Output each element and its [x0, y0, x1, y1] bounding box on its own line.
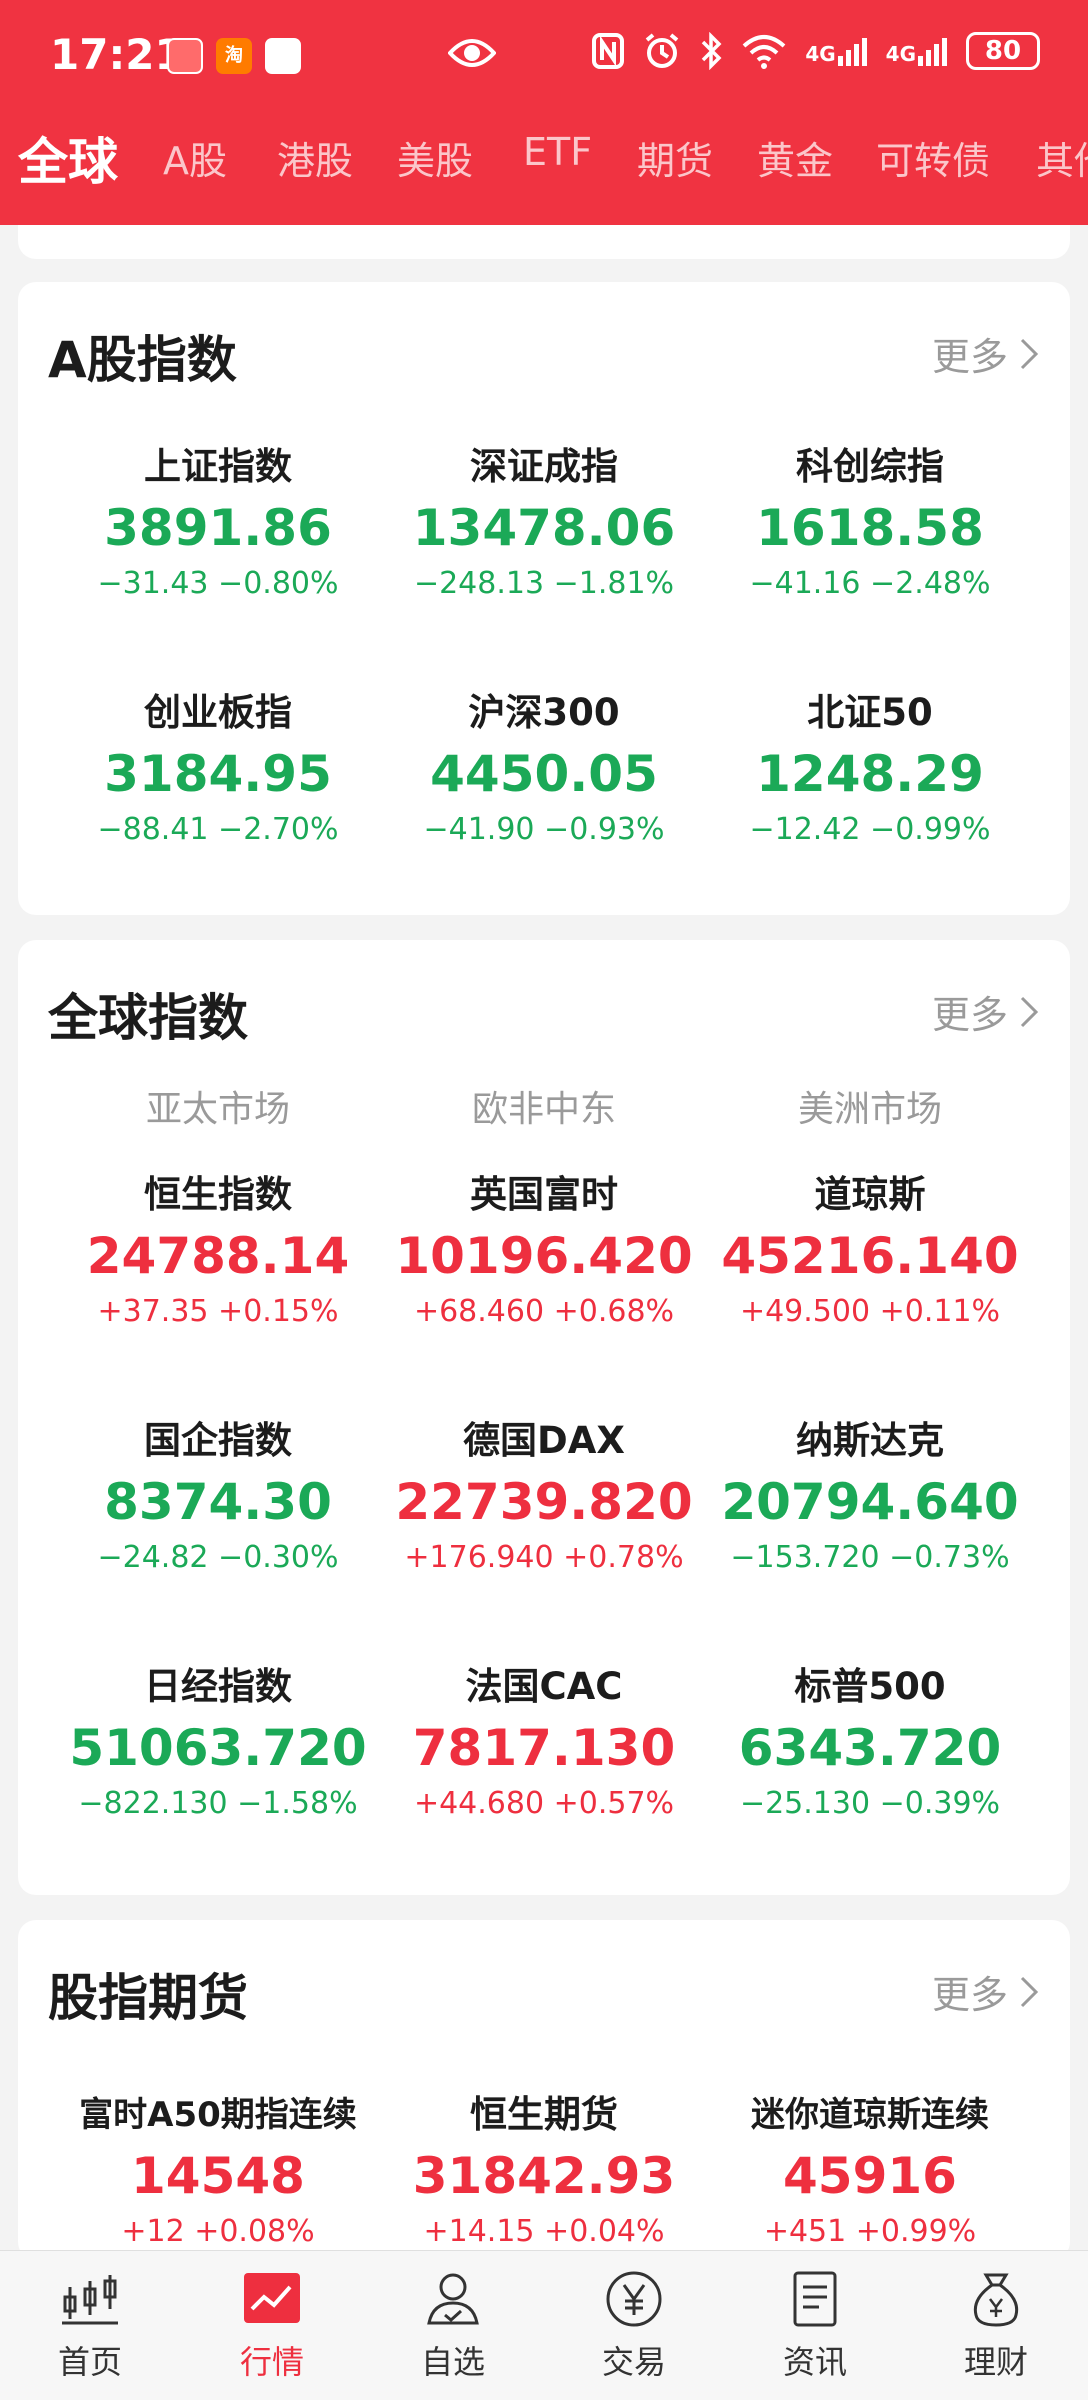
bluetooth-icon [702, 32, 722, 70]
index-cell[interactable]: 深证成指 13478.06 −248.13 −1.81% [374, 442, 714, 604]
tab-gold[interactable]: 黄金 [757, 130, 833, 185]
market-tabs: 全球 A股 港股 美股 ETF 期货 黄金 可转债 其他 [0, 130, 1088, 210]
tab-etf[interactable]: ETF [523, 130, 592, 174]
index-cell[interactable]: 上证指数 3891.86 −31.43 −0.80% [48, 442, 388, 604]
nav-market[interactable]: 行情 [212, 2269, 332, 2383]
index-cell[interactable]: 道琼斯 45216.140 +49.500 +0.11% [700, 1170, 1040, 1332]
region-emea[interactable]: 欧非中东 [374, 1080, 714, 1132]
futures-cell[interactable]: 恒生期货 31842.93 +14.15 +0.04% [374, 2090, 714, 2252]
index-cell[interactable]: 科创综指 1618.58 −41.16 −2.48% [700, 442, 1040, 604]
bottom-navigation: 首页 行情 自选 交易 资讯 理财 [0, 2250, 1088, 2400]
chevron-right-icon [1020, 338, 1039, 369]
candlestick-icon [62, 2275, 118, 2325]
previous-card-edge [18, 225, 1070, 259]
tab-futures[interactable]: 期货 [637, 130, 713, 185]
taobao-notification-icon: 淘 [216, 38, 252, 74]
index-cell[interactable]: 日经指数 51063.720 −822.130 −1.58% [48, 1662, 388, 1824]
market-chart-icon [244, 2273, 300, 2323]
index-cell[interactable]: 沪深300 4450.05 −41.90 −0.93% [374, 688, 714, 850]
news-icon [793, 2271, 837, 2327]
top-header: 17:21 淘 4G 4G 80 全球 A股 港股 美股 ETF 期货 黄金 可… [0, 0, 1088, 225]
futures-more-button[interactable]: 更多 [932, 1964, 1040, 2019]
index-cell[interactable]: 北证50 1248.29 −12.42 −0.99% [700, 688, 1040, 850]
wifi-icon [742, 35, 786, 69]
calendar-notification-icon [265, 38, 301, 74]
index-cell[interactable]: 英国富时 10196.420 +68.460 +0.68% [374, 1170, 714, 1332]
futures-cell[interactable]: 迷你道琼斯连续 45916 +451 +0.99% [700, 2090, 1040, 2252]
user-check-icon [427, 2273, 479, 2325]
region-americas[interactable]: 美洲市场 [700, 1080, 1040, 1132]
money-bag-icon [973, 2273, 1019, 2327]
global-title: 全球指数 [48, 989, 248, 1047]
tab-us[interactable]: 美股 [397, 130, 473, 185]
eye-icon [448, 39, 496, 67]
status-time: 17:21 [50, 30, 184, 79]
nav-wealth[interactable]: 理财 [936, 2269, 1056, 2383]
index-cell[interactable]: 恒生指数 24788.14 +37.35 +0.15% [48, 1170, 388, 1332]
a-share-title: A股指数 [48, 331, 237, 389]
index-cell[interactable]: 标普500 6343.720 −25.130 −0.39% [700, 1662, 1040, 1824]
chevron-right-icon [1020, 1976, 1039, 2007]
signal-4g-icon-2: 4G [886, 36, 948, 66]
futures-cell[interactable]: 富时A50期指连续 14548 +12 +0.08% [48, 2090, 388, 2252]
battery-indicator: 80 [966, 32, 1040, 70]
index-futures-card: 股指期货 更多 富时A50期指连续 14548 +12 +0.08% 恒生期货 … [18, 1920, 1070, 2260]
index-cell[interactable]: 德国DAX 22739.820 +176.940 +0.78% [374, 1416, 714, 1578]
tab-convertible[interactable]: 可转债 [876, 130, 990, 185]
nav-watchlist[interactable]: 自选 [393, 2269, 513, 2383]
alarm-icon [646, 33, 679, 68]
a-share-index-card: A股指数 更多 上证指数 3891.86 −31.43 −0.80% 深证成指 … [18, 282, 1070, 915]
region-asia-pacific[interactable]: 亚太市场 [48, 1080, 388, 1132]
yen-icon [606, 2271, 662, 2327]
global-more-button[interactable]: 更多 [932, 984, 1040, 1039]
nav-trade[interactable]: 交易 [574, 2269, 694, 2383]
index-cell[interactable]: 法国CAC 7817.130 +44.680 +0.57% [374, 1662, 714, 1824]
futures-title: 股指期货 [48, 1969, 248, 2027]
nav-news[interactable]: 资讯 [755, 2269, 875, 2383]
global-index-card: 全球指数 更多 亚太市场 欧非中东 美洲市场 恒生指数 24788.14 +37… [18, 940, 1070, 1895]
signal-4g-icon: 4G [805, 36, 867, 66]
tab-others[interactable]: 其他 [1036, 130, 1088, 185]
index-cell[interactable]: 国企指数 8374.30 −24.82 −0.30% [48, 1416, 388, 1578]
tab-hk[interactable]: 港股 [277, 130, 353, 185]
status-bar: 17:21 淘 4G 4G 80 [0, 0, 1088, 110]
index-cell[interactable]: 创业板指 3184.95 −88.41 −2.70% [48, 688, 388, 850]
a-share-more-button[interactable]: 更多 [932, 326, 1040, 381]
chevron-right-icon [1020, 996, 1039, 1027]
index-cell[interactable]: 纳斯达克 20794.640 −153.720 −0.73% [700, 1416, 1040, 1578]
nav-home[interactable]: 首页 [30, 2269, 150, 2383]
app-notification-icon [167, 38, 203, 74]
nfc-icon [592, 33, 625, 69]
tab-a-share[interactable]: A股 [163, 130, 227, 185]
tab-global[interactable]: 全球 [18, 130, 118, 194]
